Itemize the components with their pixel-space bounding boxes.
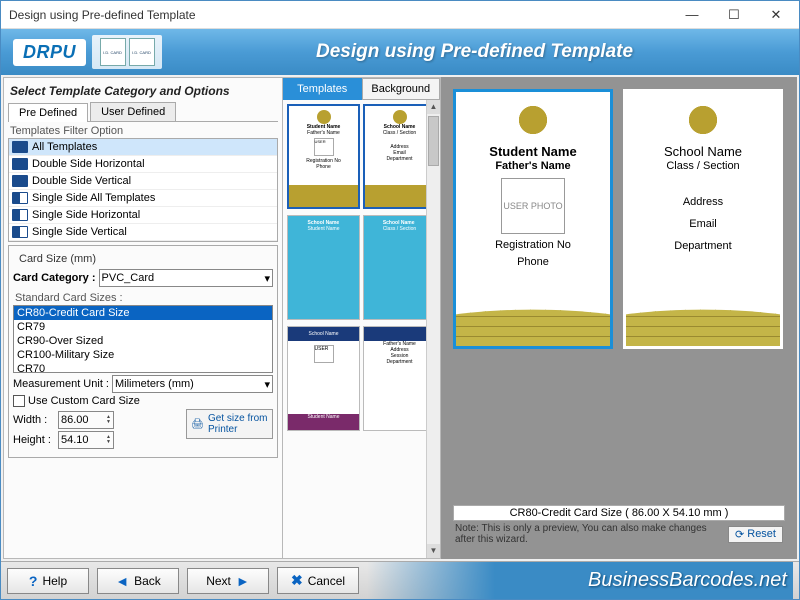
mid-tabs: Templates Background [283, 78, 440, 100]
preview-note-row: Note: This is only a preview, You can al… [453, 521, 785, 547]
cancel-button[interactable]: ✖Cancel [277, 567, 359, 594]
size-cr90[interactable]: CR90-Over Sized [14, 334, 272, 348]
scroll-down-icon[interactable]: ▼ [427, 544, 440, 558]
front-reg: Registration No [495, 239, 571, 251]
help-icon: ? [29, 573, 38, 589]
spinner-icon[interactable]: ▲▼ [106, 415, 111, 425]
banner-title: Design using Pre-defined Template [162, 41, 787, 63]
cardsize-legend: Card Size (mm) [16, 253, 99, 265]
brand-footer: BusinessBarcodes.net [367, 562, 793, 599]
preview-size-label: CR80-Credit Card Size ( 86.00 X 54.10 mm… [453, 505, 785, 521]
filter-double-horizontal[interactable]: Double Side Horizontal [9, 156, 277, 173]
filter-single-all[interactable]: Single Side All Templates [9, 190, 277, 207]
filter-all-templates[interactable]: All Templates [9, 139, 277, 156]
reset-button[interactable]: ⟳Reset [728, 526, 783, 543]
chevron-down-icon: ▾ [264, 378, 270, 391]
gear-icon [515, 102, 551, 138]
custom-size-label: Use Custom Card Size [28, 395, 140, 407]
custom-size-checkbox[interactable] [13, 395, 25, 407]
section-title: Select Template Category and Options [8, 82, 278, 102]
template-list[interactable]: Student NameFather's NameUSERRegistratio… [283, 100, 440, 558]
brick-pattern [626, 294, 780, 346]
preview-cards: Student Name Father's Name USER PHOTO Re… [453, 89, 785, 505]
printer-icon: 🖨 [191, 419, 204, 430]
filter-label: Templates Filter Option [8, 122, 278, 138]
back-dept: Department [674, 240, 731, 252]
minimize-button[interactable]: — [671, 2, 713, 28]
back-sub: Class / Section [666, 160, 739, 172]
size-cr80[interactable]: CR80-Credit Card Size [14, 306, 272, 320]
filter-list: All Templates Double Side Horizontal Dou… [8, 138, 278, 242]
gear-icon [685, 102, 721, 138]
preview-card-front: Student Name Father's Name USER PHOTO Re… [453, 89, 613, 349]
cardsize-fieldset: Card Size (mm) Card Category : PVC_Card▾… [8, 245, 278, 458]
front-sub: Father's Name [495, 160, 570, 172]
category-tabs: Pre Defined User Defined [8, 102, 278, 122]
window-title: Design using Pre-defined Template [9, 8, 671, 22]
size-cr70[interactable]: CR70 [14, 362, 272, 373]
refresh-icon: ⟳ [735, 528, 744, 541]
templates-panel: Templates Background Student NameFather'… [283, 77, 441, 559]
tab-userdefined[interactable]: User Defined [90, 102, 176, 121]
spinner-icon[interactable]: ▲▼ [106, 435, 111, 445]
filter-single-vertical[interactable]: Single Side Vertical [9, 224, 277, 241]
content: Select Template Category and Options Pre… [1, 75, 799, 561]
back-email: Email [689, 218, 717, 230]
category-select[interactable]: PVC_Card▾ [99, 269, 273, 287]
std-sizes-list[interactable]: CR80-Credit Card Size CR79 CR90-Over Siz… [13, 305, 273, 373]
get-size-from-printer-button[interactable]: 🖨 Get size from Printer [186, 409, 273, 439]
tab-templates[interactable]: Templates [283, 78, 362, 100]
app-window: Design using Pre-defined Template — ☐ ✕ … [0, 0, 800, 600]
chevron-down-icon: ▾ [264, 272, 270, 285]
back-addr: Address [683, 196, 723, 208]
size-cr100[interactable]: CR100-Military Size [14, 348, 272, 362]
unit-select[interactable]: Milimeters (mm)▾ [112, 375, 273, 393]
scroll-up-icon[interactable]: ▲ [427, 100, 440, 114]
banner: DRPU I.D. CARDI.D. CARD Design using Pre… [1, 29, 799, 75]
brick-pattern [456, 294, 610, 346]
titlebar: Design using Pre-defined Template — ☐ ✕ [1, 1, 799, 29]
width-label: Width : [13, 414, 55, 426]
preview-panel: Student Name Father's Name USER PHOTO Re… [441, 77, 797, 559]
back-name: School Name [664, 144, 742, 159]
arrow-left-icon: ◄ [115, 573, 129, 589]
logo: DRPU [13, 39, 86, 66]
scroll-thumb[interactable] [428, 116, 439, 166]
filter-double-vertical[interactable]: Double Side Vertical [9, 173, 277, 190]
std-sizes-label: Standard Card Sizes : [13, 289, 273, 305]
close-button[interactable]: ✕ [755, 2, 797, 28]
size-cr79[interactable]: CR79 [14, 320, 272, 334]
height-input[interactable]: 54.10▲▼ [58, 431, 114, 449]
left-panel: Select Template Category and Options Pre… [3, 77, 283, 559]
width-input[interactable]: 86.00▲▼ [58, 411, 114, 429]
maximize-button[interactable]: ☐ [713, 2, 755, 28]
help-button[interactable]: ?Help [7, 568, 89, 594]
filter-single-horizontal[interactable]: Single Side Horizontal [9, 207, 277, 224]
close-icon: ✖ [291, 572, 303, 589]
preview-note: Note: This is only a preview, You can al… [455, 523, 728, 545]
back-button[interactable]: ◄Back [97, 568, 179, 594]
template-thumb-3[interactable]: School NameUSERStudent Name Father's Nam… [287, 326, 436, 431]
preview-card-back: School Name Class / Section Address Emai… [623, 89, 783, 349]
template-thumb-2[interactable]: School NameStudent Name School NameClass… [287, 215, 436, 320]
template-thumb-1[interactable]: Student NameFather's NameUSERRegistratio… [287, 104, 436, 209]
user-photo-placeholder: USER PHOTO [501, 178, 565, 234]
footer: ?Help ◄Back Next► ✖Cancel BusinessBarcod… [1, 561, 799, 599]
front-phone: Phone [517, 256, 549, 268]
template-scrollbar[interactable]: ▲ ▼ [426, 100, 440, 558]
tab-predefined[interactable]: Pre Defined [8, 103, 88, 122]
arrow-right-icon: ► [236, 573, 250, 589]
next-button[interactable]: Next► [187, 568, 269, 594]
tab-background[interactable]: Background [362, 78, 441, 100]
unit-label: Measurement Unit : [13, 378, 109, 390]
height-label: Height : [13, 434, 55, 446]
category-label: Card Category : [13, 272, 96, 284]
front-name: Student Name [489, 144, 576, 159]
logo-cards-graphic: I.D. CARDI.D. CARD [92, 35, 162, 69]
